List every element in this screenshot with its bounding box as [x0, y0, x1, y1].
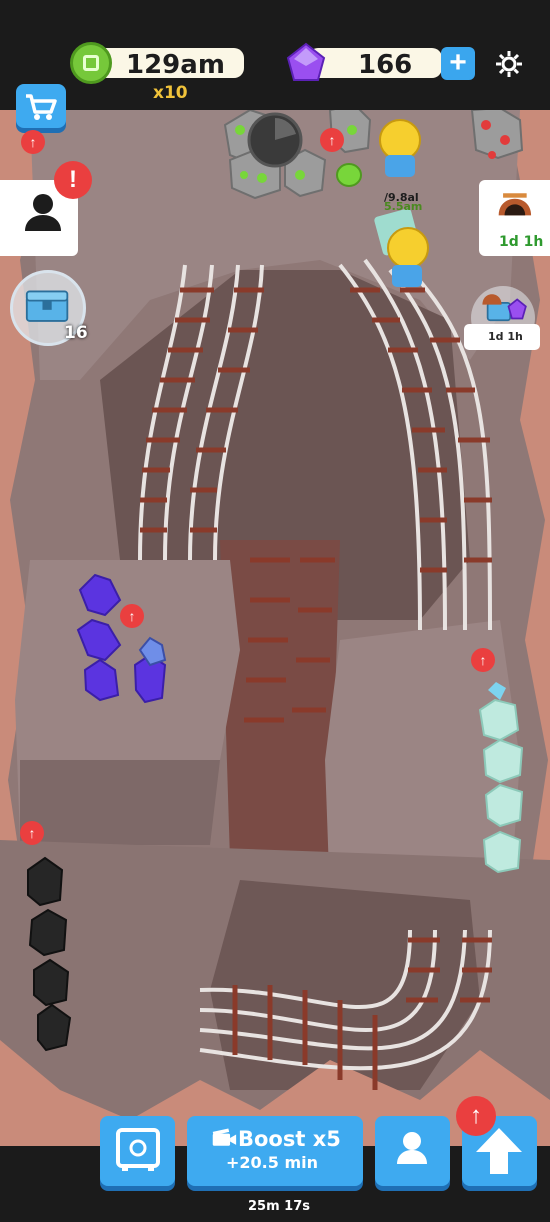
shop-button[interactable]	[16, 84, 66, 128]
profile-alert-badge: !	[54, 161, 92, 199]
gem-balance-pill: 166	[308, 48, 442, 80]
coin-balance-pill: 129am	[92, 48, 244, 80]
upgrade-alert-badge: ↑	[456, 1096, 496, 1136]
boost-timer: 25m 17s	[248, 1199, 310, 1214]
upgrade-arrow-badge[interactable]: ↑	[471, 648, 495, 672]
video-ad-icon	[212, 1128, 237, 1146]
boost-title: Boost x5	[238, 1127, 341, 1151]
new-mine-card[interactable]: 1d 1h	[479, 180, 550, 256]
offer-card[interactable]: 1d 1h	[464, 286, 540, 350]
manager-person-icon	[397, 1132, 427, 1164]
settings-gear-icon[interactable]	[493, 48, 525, 80]
cart-load-label: 5.5am	[384, 200, 423, 213]
upgrade-arrow-badge[interactable]: ↑	[20, 821, 44, 845]
safe-icon	[116, 1128, 160, 1171]
mine-entrance-icon	[498, 193, 532, 216]
gem-balance: 166	[358, 50, 413, 80]
vault-button[interactable]	[100, 1116, 175, 1186]
mine-timer: 1d 1h	[499, 234, 544, 250]
offer-timer: 1d 1h	[488, 330, 523, 343]
alert-text: !	[69, 166, 77, 193]
gem-icon	[286, 42, 326, 81]
upgrade-arrow-badge[interactable]: ↑	[120, 604, 144, 628]
coin-balance: 129am	[126, 50, 225, 80]
managers-button[interactable]	[375, 1116, 450, 1186]
upgrade-alert-arrow: ↑	[470, 1102, 482, 1129]
upgrade-arrow-badge[interactable]: ↑	[320, 128, 344, 152]
upgrade-arrow-badge[interactable]: ↑	[21, 130, 45, 154]
chest-count: 16	[64, 323, 88, 343]
coin-icon	[70, 42, 112, 84]
shopping-cart-icon	[26, 94, 57, 120]
buy-gems-button[interactable]: +	[441, 47, 475, 80]
income-multiplier: x10	[153, 83, 188, 103]
boost-duration: +20.5 min	[226, 1153, 318, 1172]
offer-timer-box: 1d 1h	[464, 324, 540, 350]
